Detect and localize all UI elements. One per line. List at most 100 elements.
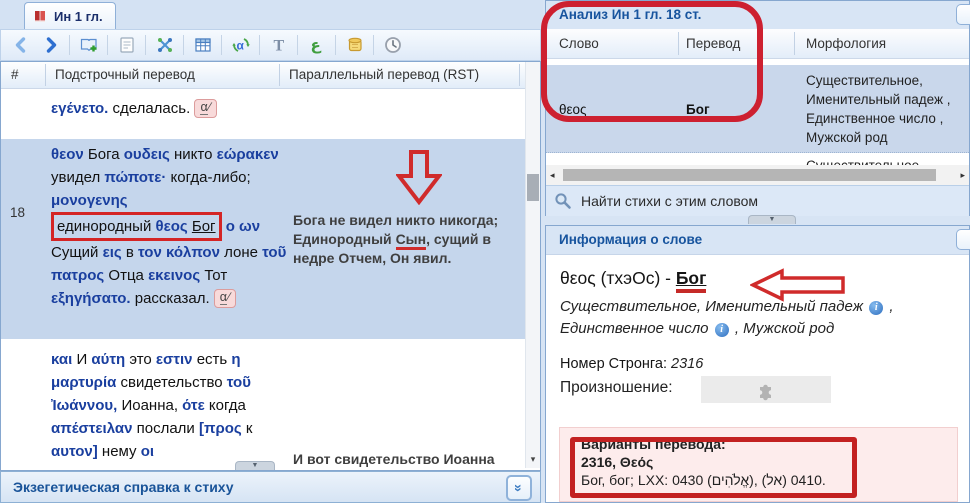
- word-info-title-bar: Информация о слове: [546, 226, 969, 255]
- column-divider: [519, 64, 520, 86]
- audio-plugin-placeholder: [701, 376, 831, 403]
- scroll-down-arrow[interactable]: ▾: [526, 455, 540, 464]
- parallel-translation-cell: И вот свидетельство Иоанна: [293, 451, 495, 467]
- chevron-left-icon: [11, 35, 31, 55]
- splitter-handle[interactable]: ▼: [748, 215, 796, 224]
- svg-text:α: α: [236, 39, 244, 53]
- partial-row-text: Существительное, Именительный: [806, 158, 969, 165]
- tab-in-1-gl[interactable]: Ин 1 гл.: [24, 2, 116, 29]
- scroll-left-arrow[interactable]: ◂: [550, 170, 555, 181]
- expand-panel-button[interactable]: »: [506, 475, 532, 501]
- column-header-morphology: Морфология: [806, 36, 886, 51]
- back-button[interactable]: [9, 34, 32, 57]
- analysis-word: θεος: [559, 102, 587, 117]
- search-icon: [554, 192, 572, 210]
- analysis-title-bar: Анализ Ин 1 гл. 18 ст.: [546, 1, 969, 30]
- analysis-translation: Бог: [686, 102, 710, 117]
- analysis-morphology: Существительное, Именительный падеж , Ед…: [806, 71, 958, 147]
- commentary-scroll-button[interactable]: [343, 34, 366, 57]
- morphology-line-2: Единственное число i , Мужской род: [560, 320, 834, 337]
- splitter-handle[interactable]: ▼: [235, 461, 275, 470]
- history-button[interactable]: [381, 34, 404, 57]
- column-divider: [794, 32, 795, 55]
- cross-references-icon: [155, 35, 175, 55]
- scroll-icon: [345, 35, 365, 55]
- analysis-row-theos[interactable]: θεος Бог Существительное, Именительный п…: [546, 65, 969, 153]
- cross-references-button[interactable]: [153, 34, 176, 57]
- variant-badge-icon: α∕: [194, 99, 216, 118]
- annotation-box-inline: единородный θεος Бог: [51, 212, 222, 241]
- morphology-line-1: Существительное, Именительный падеж i ,: [560, 298, 894, 315]
- scrollbar-thumb[interactable]: [563, 169, 936, 181]
- toolbar-separator: [183, 35, 184, 55]
- interlinear-panel: Ин 1 гл.: [0, 0, 543, 503]
- parallel-translation-cell: Бога не видел никто никогда; Единородный…: [293, 211, 526, 268]
- toolbar-separator: [297, 35, 298, 55]
- analysis-panel: Анализ Ин 1 гл. 18 ст. Слово Перевод Мор…: [545, 0, 970, 216]
- strong-number-line: Номер Стронга: 2316: [560, 356, 703, 372]
- chevron-right-icon: [41, 35, 61, 55]
- toolbar: α T ع: [0, 29, 541, 61]
- exegetical-note-label: Экзегетическая справка к стиху: [13, 479, 234, 495]
- hebrew-lexicon-button[interactable]: ع: [305, 34, 328, 57]
- column-header-translation: Перевод: [686, 36, 740, 51]
- svg-text:T: T: [273, 38, 284, 55]
- tab-label: Ин 1 гл.: [54, 9, 103, 24]
- variants-text: Бог, бог; LXX: 0430 (אֱלֹהִים), 0410 (אל…: [581, 472, 826, 488]
- column-header-parallel: Параллельный перевод (RST): [289, 67, 479, 82]
- forward-button[interactable]: [39, 34, 62, 57]
- red-book-icon: [33, 9, 48, 24]
- toolbar-separator: [259, 35, 260, 55]
- pronunciation-label: Произношение:: [560, 379, 673, 397]
- verse-row-19[interactable]: και И αύτη это εστιν есть η μαρτυρία сви…: [1, 339, 525, 469]
- interlinear-cell: και И αύτη это εστιν есть η μαρτυρία сви…: [51, 348, 289, 463]
- verse-row-partial[interactable]: εγένετο. сделалась. α∕: [1, 89, 525, 139]
- info-icon[interactable]: i: [869, 301, 883, 315]
- toolbar-separator: [373, 35, 374, 55]
- column-header-interlinear: Подстрочный перевод: [55, 67, 195, 82]
- interlinear-cell: θεον Бога ουδεις никто εώρακεν увидел πώ…: [51, 143, 289, 310]
- vertical-scrollbar[interactable]: ▾: [525, 62, 540, 468]
- analysis-title: Анализ Ин 1 гл. 18 ст.: [559, 7, 701, 22]
- add-book-button[interactable]: [77, 34, 100, 57]
- tab-bar: Ин 1 гл.: [0, 0, 543, 30]
- scrollbar-thumb[interactable]: [527, 174, 539, 201]
- table-button[interactable]: [191, 34, 214, 57]
- add-book-icon: [79, 35, 99, 55]
- horizontal-scrollbar[interactable]: ◂ ▸: [546, 165, 969, 185]
- double-chevron-down-icon: »: [511, 484, 527, 492]
- variants-title: Варианты перевода:: [581, 436, 726, 452]
- toolbar-separator: [107, 35, 108, 55]
- word-info-title: Информация о слове: [559, 232, 702, 247]
- puzzle-icon: [755, 379, 777, 401]
- column-header-word: Слово: [559, 36, 599, 51]
- verse-number: 18: [10, 205, 25, 220]
- column-divider: [279, 64, 280, 86]
- table-icon: [193, 35, 213, 55]
- interlinear-grid: # Подстрочный перевод Параллельный перев…: [0, 61, 541, 471]
- analysis-header: Слово Перевод Морфология: [546, 29, 969, 59]
- info-icon[interactable]: i: [715, 323, 729, 337]
- exegetical-note-bar[interactable]: Экзегетическая справка к стиху »: [0, 471, 541, 503]
- document-button[interactable]: [115, 34, 138, 57]
- variant-badge-icon: α∕: [214, 289, 236, 308]
- search-verses-button[interactable]: Найти стихи с этим словом: [546, 185, 969, 216]
- translation-variants-box: Варианты перевода: 2316, Θεός Бог, бог; …: [559, 427, 958, 502]
- greek-morphology-button[interactable]: α: [229, 34, 252, 57]
- text-format-button[interactable]: T: [267, 34, 290, 57]
- greek-alpha-icon: α: [230, 35, 252, 55]
- toolbar-separator: [221, 35, 222, 55]
- svg-text:ع: ع: [310, 36, 321, 54]
- interlinear-cell: εγένετο. сделалась. α∕: [51, 97, 289, 120]
- document-icon: [117, 35, 137, 55]
- verse-row-18[interactable]: 18 θεον Бога ουδεις никто εώρακεν увидел…: [1, 139, 525, 339]
- toolbar-separator: [69, 35, 70, 55]
- grid-header: # Подстрочный перевод Параллельный перев…: [1, 62, 540, 89]
- collapse-button-partial[interactable]: [956, 4, 970, 25]
- scroll-right-arrow[interactable]: ▸: [960, 170, 965, 181]
- collapse-button-partial[interactable]: [956, 229, 970, 250]
- clock-icon: [383, 35, 403, 55]
- column-divider: [678, 32, 679, 55]
- arabic-letter-icon: ع: [307, 35, 327, 55]
- column-header-num: #: [11, 67, 19, 82]
